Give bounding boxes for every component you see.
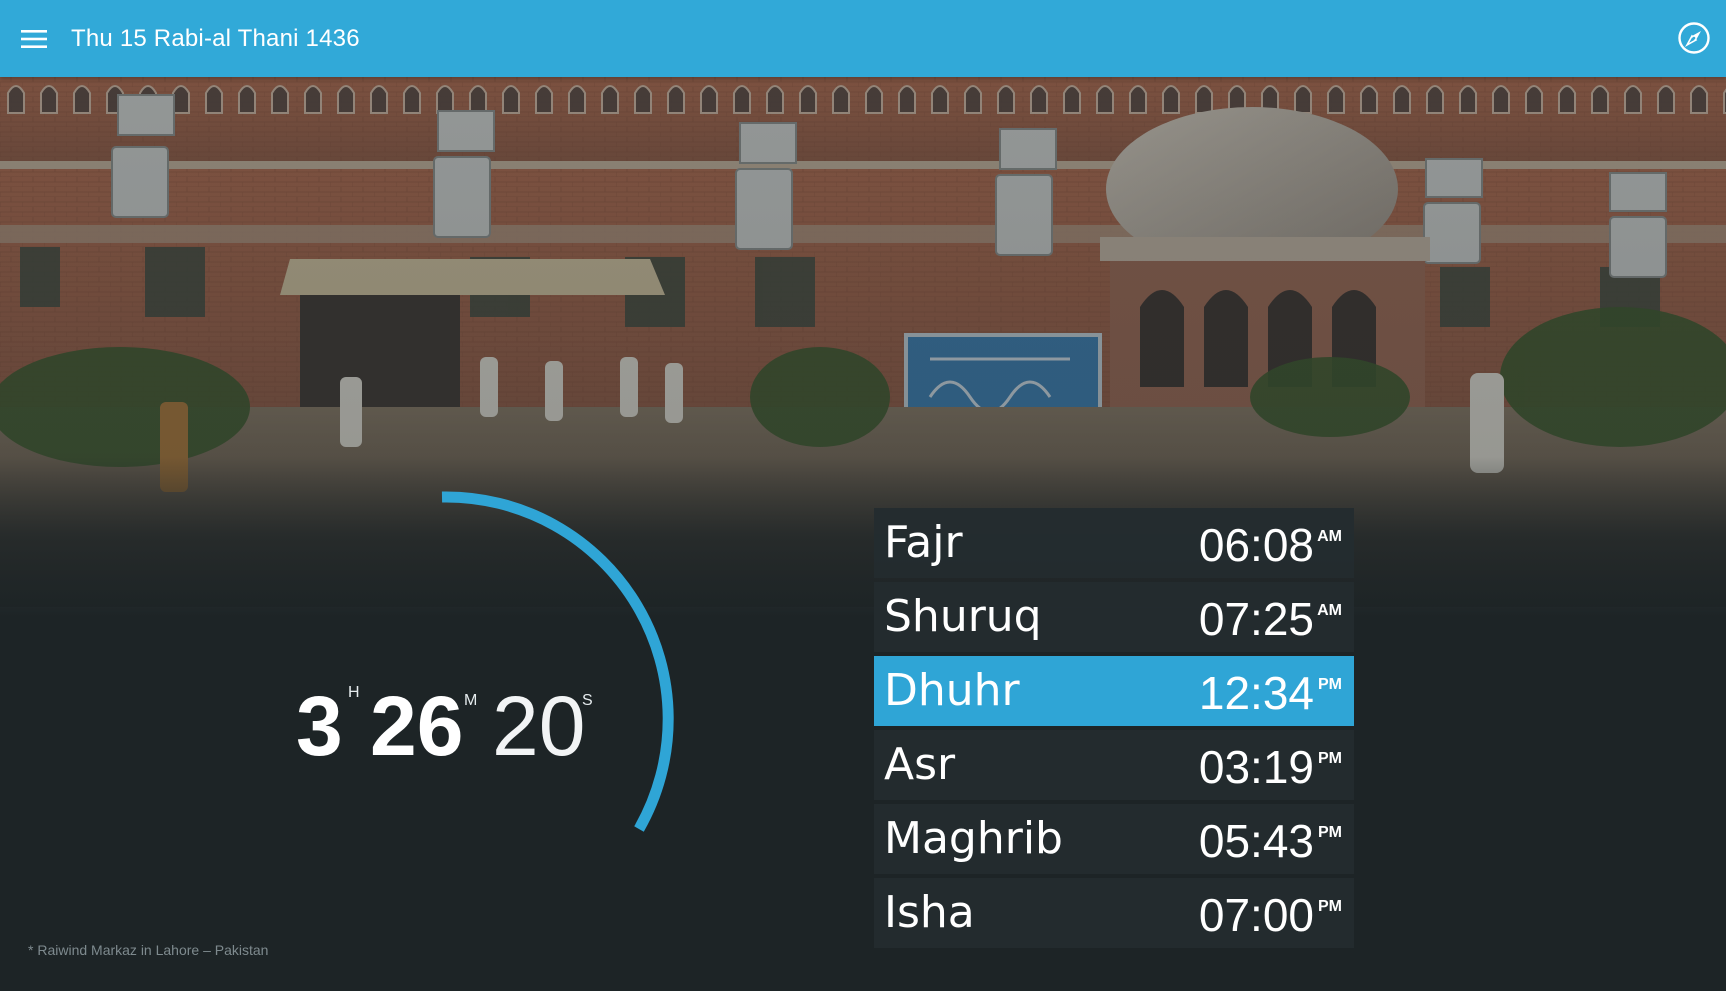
photo-credit: * Raiwind Markaz in Lahore – Pakistan: [28, 942, 269, 958]
prayer-ampm: AM: [1317, 602, 1342, 619]
prayer-ampm: AM: [1317, 528, 1342, 545]
prayer-time: 07:25: [1198, 593, 1314, 645]
hamburger-menu-icon[interactable]: [14, 19, 54, 59]
hijri-date-title: Thu 15 Rabi-al Thani 1436: [71, 25, 360, 52]
countdown-progress-arc: [441, 491, 674, 832]
prayer-time: 05:43: [1198, 815, 1314, 867]
app-bar: Thu 15 Rabi-al Thani 1436: [0, 0, 1726, 77]
prayer-time: 07:00: [1198, 889, 1314, 941]
prayer-time: 12:34: [1198, 667, 1314, 719]
countdown-hours-unit: H: [348, 684, 360, 701]
countdown-seconds: 20: [492, 679, 586, 773]
prayer-ampm: PM: [1318, 676, 1342, 693]
prayer-name: Fajr: [884, 517, 963, 568]
prayer-row-maghrib[interactable]: Maghrib 05:43 PM: [874, 804, 1354, 874]
countdown-minutes: 26: [370, 679, 464, 773]
prayer-ampm: PM: [1318, 824, 1342, 841]
prayer-name: Maghrib: [884, 813, 1063, 864]
countdown-minutes-unit: M: [464, 692, 478, 709]
prayer-name: Shuruq: [884, 591, 1042, 642]
countdown-seconds-unit: S: [582, 692, 593, 709]
prayer-row-shuruq[interactable]: Shuruq 07:25 AM: [874, 582, 1354, 652]
countdown-hours: 3: [296, 679, 343, 773]
prayer-row-asr[interactable]: Asr 03:19 PM: [874, 730, 1354, 800]
prayer-row-isha[interactable]: Isha 07:00 PM: [874, 878, 1354, 948]
prayer-name: Asr: [884, 739, 956, 790]
compass-icon[interactable]: [1674, 18, 1714, 58]
prayer-times-list: Fajr 06:08 AM Shuruq 07:25 AM Dhuhr 12:3…: [874, 508, 1354, 952]
prayer-time: 06:08: [1198, 519, 1314, 571]
prayer-name: Dhuhr: [884, 665, 1020, 716]
prayer-ampm: PM: [1318, 898, 1342, 915]
prayer-name: Isha: [884, 887, 975, 938]
prayer-row-dhuhr[interactable]: Dhuhr 12:34 PM: [874, 656, 1354, 726]
prayer-row-fajr[interactable]: Fajr 06:08 AM: [874, 508, 1354, 578]
prayer-time: 03:19: [1198, 741, 1314, 793]
prayer-ampm: PM: [1318, 750, 1342, 767]
